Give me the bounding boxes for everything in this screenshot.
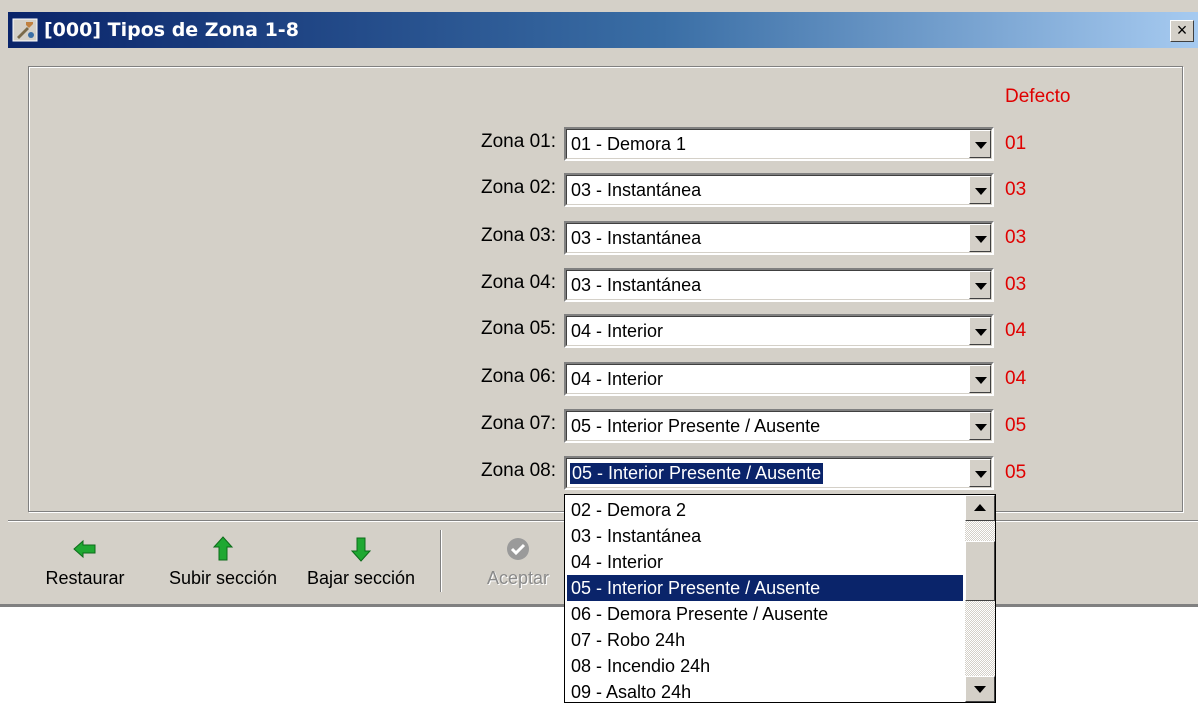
zone-06-label: Zona 06:	[481, 366, 556, 387]
zone-02-default: 03	[1005, 179, 1027, 200]
dropdown-option[interactable]: 06 - Demora Presente / Ausente	[567, 601, 963, 627]
zone-05-select[interactable]: 04 - Interior	[564, 314, 994, 348]
wrench-tool-icon	[12, 18, 38, 42]
chevron-down-icon[interactable]	[969, 224, 991, 252]
chevron-down-icon[interactable]	[969, 317, 991, 345]
dropdown-option[interactable]: 04 - Interior	[567, 549, 963, 575]
scroll-up-arrow-icon[interactable]	[965, 495, 995, 521]
dropdown-option[interactable]: 02 - Demora 2	[567, 497, 963, 523]
zone-02-select[interactable]: 03 - Instantánea	[564, 173, 994, 207]
dropdown-option[interactable]: 08 - Incendio 24h	[567, 653, 963, 679]
zone-08-value: 05 - Interior Presente / Ausente	[570, 463, 824, 484]
scroll-down-arrow-icon[interactable]	[965, 676, 995, 702]
zone-03-default: 03	[1005, 227, 1027, 248]
zone-08-label: Zona 08:	[481, 460, 556, 481]
window-title: [000] Tipos de Zona 1-8	[44, 19, 299, 41]
chevron-down-icon[interactable]	[969, 130, 991, 158]
zone-08-select[interactable]: 05 - Interior Presente / Ausente	[564, 456, 994, 490]
move-section-down-label: Bajar sección	[306, 568, 416, 588]
arrow-left-green-icon	[71, 536, 99, 562]
arrow-down-green-icon	[347, 536, 375, 562]
zone-06-select[interactable]: 04 - Interior	[564, 362, 994, 396]
move-section-down-button[interactable]: Bajar sección	[296, 530, 426, 600]
chevron-down-icon[interactable]	[969, 271, 991, 299]
chevron-down-icon[interactable]	[969, 459, 991, 487]
dropdown-option[interactable]: 09 - Asalto 24h	[567, 679, 963, 702]
zone-04-value: 03 - Instantánea	[571, 275, 702, 295]
zone-03-select[interactable]: 03 - Instantánea	[564, 221, 994, 255]
zone-02-label: Zona 02:	[481, 177, 556, 198]
accept-button-label: Aceptar	[486, 568, 550, 588]
zone-01-label: Zona 01:	[481, 131, 556, 152]
zone-04-default: 03	[1005, 274, 1027, 295]
toolbar-divider	[440, 530, 442, 592]
zone-07-value: 05 - Interior Presente / Ausente	[571, 416, 821, 436]
restore-button[interactable]: Restaurar	[30, 530, 140, 600]
zone-07-default: 05	[1005, 415, 1027, 436]
zone-04-select[interactable]: 03 - Instantánea	[564, 268, 994, 302]
default-column-header: Defecto	[1005, 86, 1071, 107]
zone-08-dropdown-list[interactable]: 02 - Demora 2 03 - Instantánea 04 - Inte…	[564, 494, 996, 703]
chevron-down-icon[interactable]	[969, 176, 991, 204]
zone-03-label: Zona 03:	[481, 225, 556, 246]
chevron-down-icon[interactable]	[969, 365, 991, 393]
zone-03-value: 03 - Instantánea	[571, 228, 702, 248]
zone-01-select[interactable]: 01 - Demora 1	[564, 127, 994, 161]
chevron-down-icon[interactable]	[969, 412, 991, 440]
checkmark-disabled-icon	[504, 536, 532, 562]
zone-01-default: 01	[1005, 133, 1027, 154]
arrow-up-green-icon	[209, 536, 237, 562]
zone-02-value: 03 - Instantánea	[571, 180, 702, 200]
zone-06-value: 04 - Interior	[571, 369, 664, 389]
zone-01-value: 01 - Demora 1	[571, 134, 687, 154]
dropdown-option-selected[interactable]: 05 - Interior Presente / Ausente	[567, 575, 963, 601]
dropdown-scrollbar[interactable]	[965, 495, 995, 702]
zone-05-default: 04	[1005, 320, 1027, 341]
zone-06-default: 04	[1005, 368, 1027, 389]
move-section-up-label: Subir sección	[168, 568, 278, 588]
scrollbar-thumb[interactable]	[965, 541, 995, 601]
zone-08-default: 05	[1005, 462, 1027, 483]
move-section-up-button[interactable]: Subir sección	[156, 530, 290, 600]
dropdown-option[interactable]: 03 - Instantánea	[567, 523, 963, 549]
zone-07-label: Zona 07:	[481, 413, 556, 434]
zone-07-select[interactable]: 05 - Interior Presente / Ausente	[564, 409, 994, 443]
zone-05-label: Zona 05:	[481, 318, 556, 339]
close-button[interactable]: ×	[1170, 20, 1194, 42]
zone-05-value: 04 - Interior	[571, 321, 664, 341]
accept-button[interactable]: Aceptar	[478, 530, 558, 600]
restore-button-label: Restaurar	[45, 568, 125, 588]
dropdown-option[interactable]: 07 - Robo 24h	[567, 627, 963, 653]
zone-04-label: Zona 04:	[481, 272, 556, 293]
title-bar[interactable]: [000] Tipos de Zona 1-8	[8, 12, 1198, 48]
